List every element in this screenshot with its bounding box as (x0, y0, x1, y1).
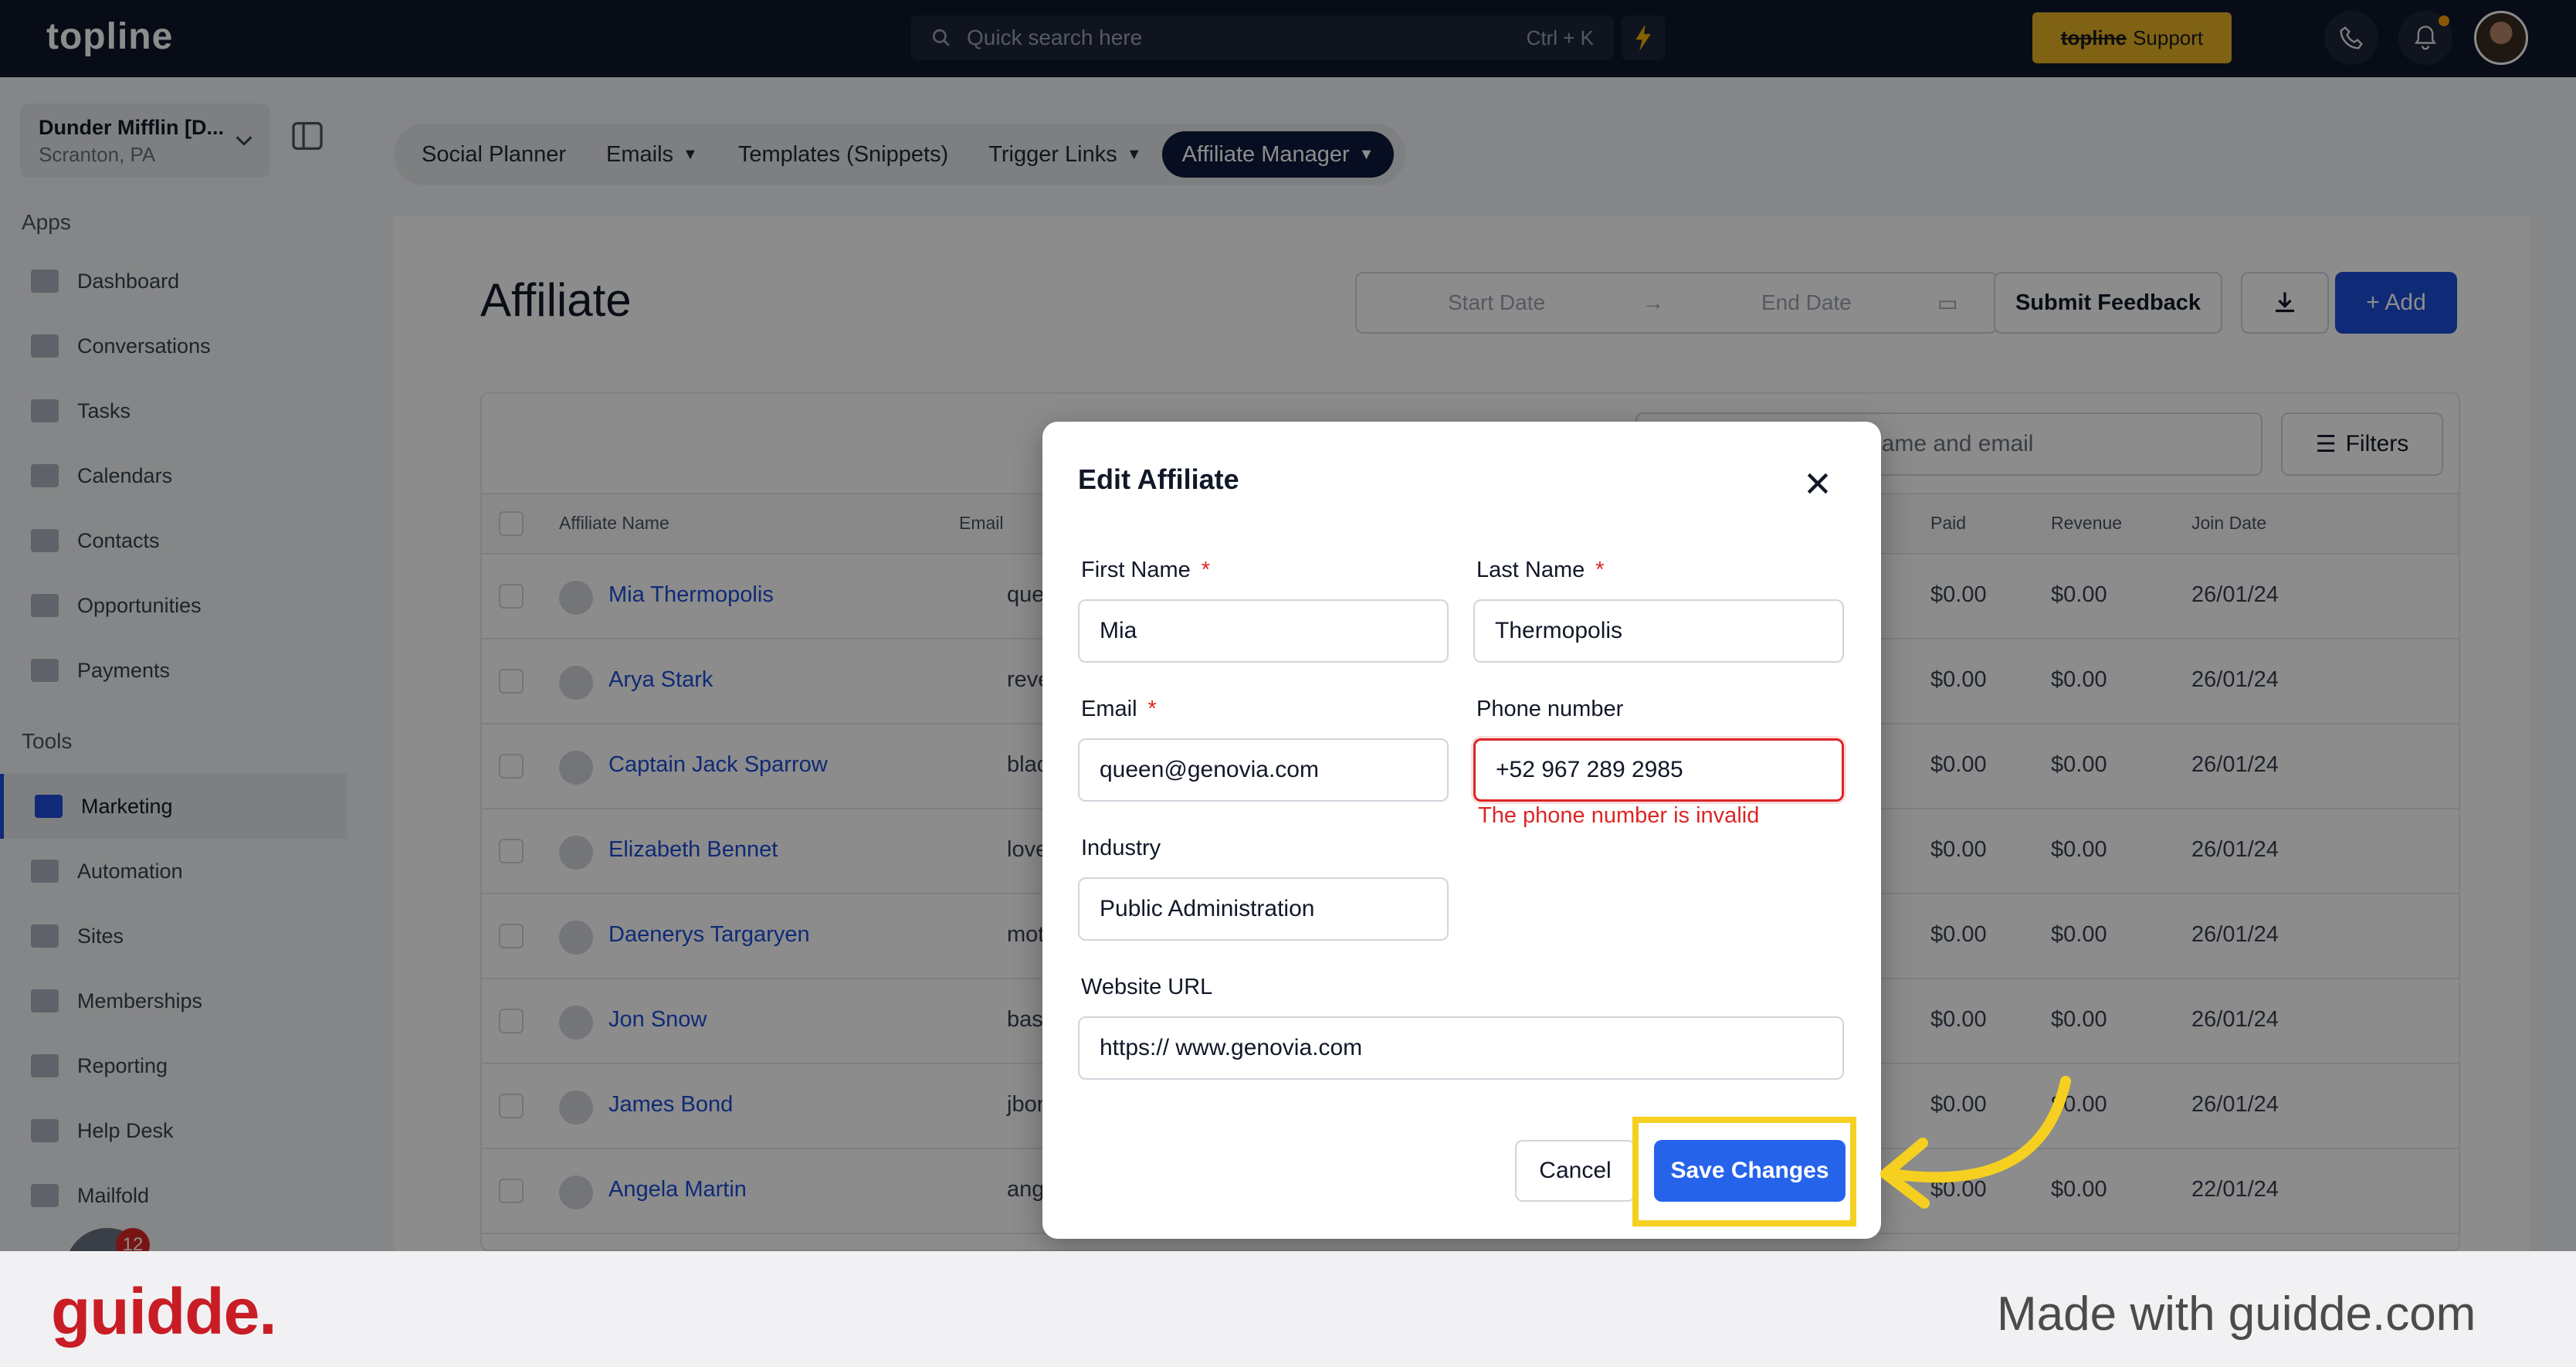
first-name-label: First Name * (1081, 558, 1210, 583)
website-url-field[interactable]: https:// www.genovia.com (1078, 1016, 1844, 1080)
last-name-field[interactable]: Thermopolis (1473, 599, 1844, 663)
last-name-label: Last Name * (1476, 558, 1605, 583)
modal-title: Edit Affiliate (1078, 463, 1239, 495)
made-with-text: Made with guidde.com (1997, 1287, 2476, 1341)
last-name-label-text: Last Name (1476, 558, 1585, 582)
phone-label: Phone number (1476, 697, 1624, 721)
industry-label: Industry (1081, 836, 1161, 860)
email-label-text: Email (1081, 697, 1137, 721)
required-marker: * (1595, 558, 1605, 582)
industry-field[interactable]: Public Administration (1078, 877, 1449, 941)
website-label: Website URL (1081, 975, 1213, 999)
required-marker: * (1147, 697, 1157, 721)
phone-error-message: The phone number is invalid (1478, 803, 1760, 828)
cancel-button[interactable]: Cancel (1515, 1140, 1635, 1202)
email-label: Email * (1081, 697, 1157, 722)
guidde-footer: guidde. Made with guidde.com (0, 1251, 2576, 1367)
save-changes-button[interactable]: Save Changes (1654, 1140, 1846, 1202)
close-icon[interactable] (1802, 468, 1833, 499)
phone-field[interactable]: +52 967 289 2985 (1473, 738, 1844, 802)
first-name-label-text: First Name (1081, 558, 1191, 582)
email-field[interactable]: queen@genovia.com (1078, 738, 1449, 802)
first-name-field[interactable]: Mia (1078, 599, 1449, 663)
guidde-logo: guidde. (51, 1275, 277, 1348)
required-marker: * (1201, 558, 1211, 582)
app-window: topline Quick search here Ctrl + K topli… (0, 0, 2576, 1251)
pointer-arrow (1880, 1076, 2071, 1209)
